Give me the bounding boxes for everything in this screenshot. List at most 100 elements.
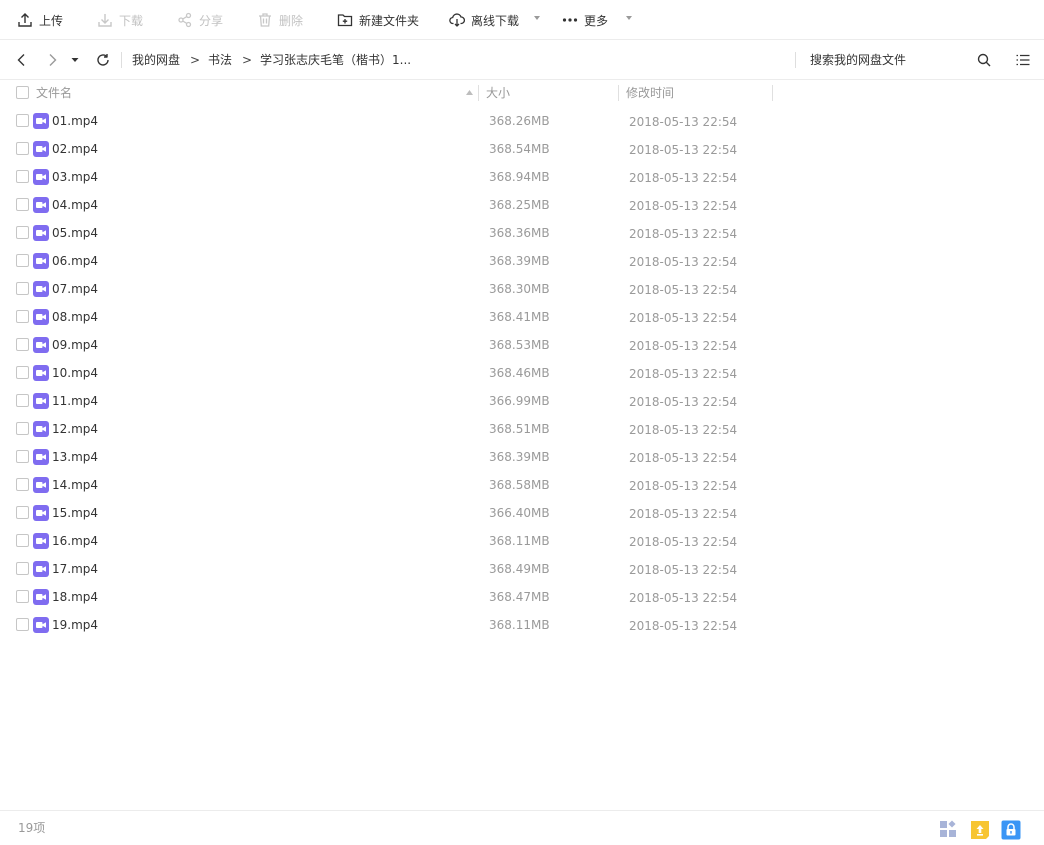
search-button[interactable]	[975, 40, 993, 80]
column-divider[interactable]	[772, 85, 773, 101]
refresh-icon	[97, 54, 109, 66]
lock-icon[interactable]	[1001, 820, 1021, 840]
video-file-icon	[33, 561, 49, 577]
column-divider[interactable]	[478, 85, 479, 101]
row-checkbox[interactable]	[16, 394, 29, 407]
new-folder-button[interactable]: 新建文件夹	[337, 0, 419, 40]
file-name[interactable]: 05.mp4	[52, 219, 98, 247]
file-name[interactable]: 17.mp4	[52, 555, 98, 583]
file-name[interactable]: 16.mp4	[52, 527, 98, 555]
file-size: 368.11MB	[489, 618, 550, 632]
row-checkbox[interactable]	[16, 310, 29, 323]
upload-icon	[18, 13, 32, 27]
file-name[interactable]: 07.mp4	[52, 275, 98, 303]
file-size: 368.30MB	[489, 282, 550, 296]
grid-view-icon[interactable]	[939, 820, 957, 838]
file-row[interactable]: 16.mp4 368.11MB 2018-05-13 22:54	[0, 527, 1044, 555]
download-button[interactable]: 下载	[97, 0, 143, 40]
column-modified-header[interactable]: 修改时间	[626, 80, 674, 106]
row-checkbox[interactable]	[16, 366, 29, 379]
file-row[interactable]: 13.mp4 368.39MB 2018-05-13 22:54	[0, 443, 1044, 471]
video-file-icon	[33, 309, 49, 325]
row-checkbox[interactable]	[16, 114, 29, 127]
select-all-checkbox[interactable]	[16, 86, 29, 99]
column-size-header[interactable]: 大小	[486, 80, 510, 106]
more-button[interactable]: 更多	[562, 0, 608, 40]
file-size: 368.47MB	[489, 590, 550, 604]
delete-button[interactable]: 删除	[257, 0, 303, 40]
offline-download-button[interactable]: 离线下载	[449, 0, 519, 40]
file-row[interactable]: 14.mp4 368.58MB 2018-05-13 22:54	[0, 471, 1044, 499]
file-name[interactable]: 08.mp4	[52, 303, 98, 331]
refresh-button[interactable]	[93, 40, 113, 80]
offline-download-dropdown-icon[interactable]	[534, 16, 540, 20]
file-name[interactable]: 01.mp4	[52, 107, 98, 135]
video-file-icon	[33, 393, 49, 409]
row-checkbox[interactable]	[16, 142, 29, 155]
file-row[interactable]: 18.mp4 368.47MB 2018-05-13 22:54	[0, 583, 1044, 611]
file-name[interactable]: 19.mp4	[52, 611, 98, 639]
file-size: 368.25MB	[489, 198, 550, 212]
breadcrumb-separator: >	[190, 53, 201, 67]
file-row[interactable]: 10.mp4 368.46MB 2018-05-13 22:54	[0, 359, 1044, 387]
file-row[interactable]: 19.mp4 368.11MB 2018-05-13 22:54	[0, 611, 1044, 639]
row-checkbox[interactable]	[16, 506, 29, 519]
row-checkbox[interactable]	[16, 254, 29, 267]
file-row[interactable]: 12.mp4 368.51MB 2018-05-13 22:54	[0, 415, 1044, 443]
search-input[interactable]	[804, 48, 976, 72]
file-row[interactable]: 04.mp4 368.25MB 2018-05-13 22:54	[0, 191, 1044, 219]
file-name[interactable]: 13.mp4	[52, 443, 98, 471]
list-view-button[interactable]	[1014, 40, 1032, 80]
breadcrumb-root[interactable]: 我的网盘	[132, 40, 180, 80]
file-name[interactable]: 04.mp4	[52, 191, 98, 219]
file-name[interactable]: 12.mp4	[52, 415, 98, 443]
sort-asc-icon[interactable]	[466, 90, 473, 95]
file-row[interactable]: 01.mp4 368.26MB 2018-05-13 22:54	[0, 107, 1044, 135]
back-button[interactable]	[12, 40, 32, 80]
upload-button[interactable]: 上传	[17, 0, 63, 40]
file-row[interactable]: 03.mp4 368.94MB 2018-05-13 22:54	[0, 163, 1044, 191]
file-row[interactable]: 17.mp4 368.49MB 2018-05-13 22:54	[0, 555, 1044, 583]
file-row[interactable]: 02.mp4 368.54MB 2018-05-13 22:54	[0, 135, 1044, 163]
row-checkbox[interactable]	[16, 198, 29, 211]
file-name[interactable]: 03.mp4	[52, 163, 98, 191]
row-checkbox[interactable]	[16, 562, 29, 575]
file-name[interactable]: 18.mp4	[52, 583, 98, 611]
column-name-header[interactable]: 文件名	[36, 80, 72, 106]
upload-task-icon[interactable]	[970, 820, 989, 839]
row-checkbox[interactable]	[16, 618, 29, 631]
row-checkbox[interactable]	[16, 590, 29, 603]
file-row[interactable]: 08.mp4 368.41MB 2018-05-13 22:54	[0, 303, 1044, 331]
file-name[interactable]: 15.mp4	[52, 499, 98, 527]
row-checkbox[interactable]	[16, 422, 29, 435]
row-checkbox[interactable]	[16, 478, 29, 491]
more-dropdown-icon[interactable]	[626, 16, 632, 20]
file-name[interactable]: 10.mp4	[52, 359, 98, 387]
history-dropdown-button[interactable]	[68, 40, 82, 80]
file-name[interactable]: 02.mp4	[52, 135, 98, 163]
file-row[interactable]: 05.mp4 368.36MB 2018-05-13 22:54	[0, 219, 1044, 247]
forward-button[interactable]	[42, 40, 62, 80]
file-name[interactable]: 11.mp4	[52, 387, 98, 415]
file-size: 368.11MB	[489, 534, 550, 548]
file-modified: 2018-05-13 22:54	[629, 227, 738, 241]
share-button[interactable]: 分享	[177, 0, 223, 40]
file-row[interactable]: 15.mp4 366.40MB 2018-05-13 22:54	[0, 499, 1044, 527]
video-file-icon	[33, 141, 49, 157]
row-checkbox[interactable]	[16, 282, 29, 295]
row-checkbox[interactable]	[16, 170, 29, 183]
file-row[interactable]: 07.mp4 368.30MB 2018-05-13 22:54	[0, 275, 1044, 303]
upload-label: 上传	[39, 13, 64, 28]
column-divider[interactable]	[618, 85, 619, 101]
breadcrumb-folder[interactable]: 书法	[208, 40, 232, 80]
row-checkbox[interactable]	[16, 534, 29, 547]
file-row[interactable]: 06.mp4 368.39MB 2018-05-13 22:54	[0, 247, 1044, 275]
file-name[interactable]: 09.mp4	[52, 331, 98, 359]
file-name[interactable]: 06.mp4	[52, 247, 98, 275]
row-checkbox[interactable]	[16, 226, 29, 239]
file-row[interactable]: 09.mp4 368.53MB 2018-05-13 22:54	[0, 331, 1044, 359]
file-row[interactable]: 11.mp4 366.99MB 2018-05-13 22:54	[0, 387, 1044, 415]
row-checkbox[interactable]	[16, 450, 29, 463]
file-name[interactable]: 14.mp4	[52, 471, 98, 499]
row-checkbox[interactable]	[16, 338, 29, 351]
